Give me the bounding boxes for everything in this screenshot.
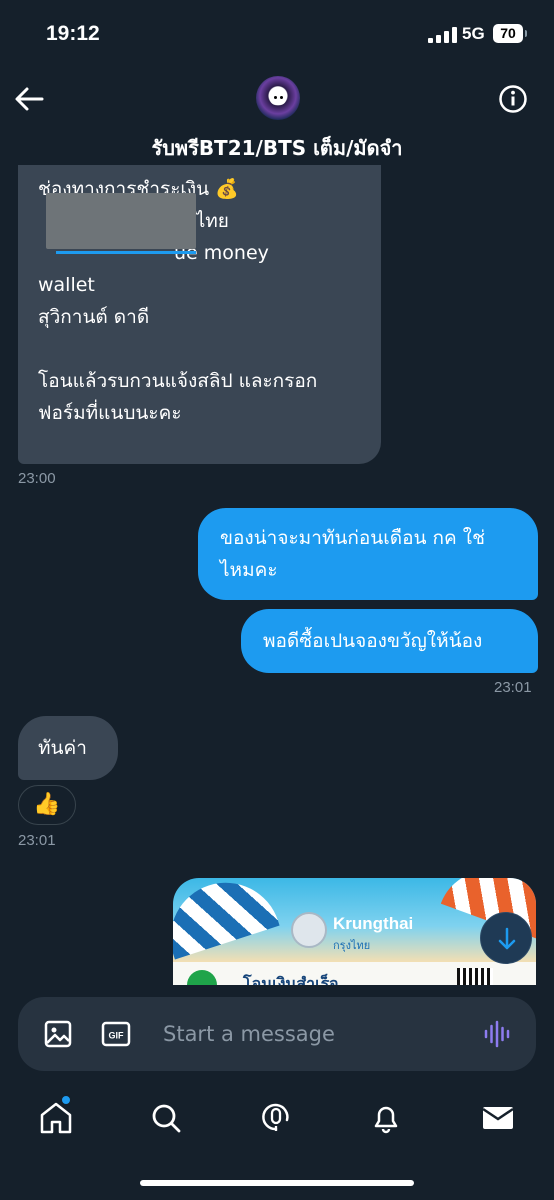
message-line: โอนแล้วรบกวนแจ้งสลิป และกรอก xyxy=(38,370,318,392)
tab-notifications[interactable] xyxy=(366,1098,406,1138)
message-bubble-incoming[interactable]: ช่องทางการชำระเงิน 💰 กรไทย ue money wall… xyxy=(18,165,381,464)
tab-messages[interactable] xyxy=(478,1098,518,1138)
svg-text:GIF: GIF xyxy=(109,1031,125,1041)
battery-icon: 70 xyxy=(493,24,527,43)
avatar[interactable] xyxy=(256,76,300,120)
conversation-header: รับพรีBT21/BTS เต็ม/มัดจำ xyxy=(0,70,554,165)
arrow-down-icon xyxy=(498,927,516,950)
message-text: ทันค่า xyxy=(38,737,87,759)
back-button[interactable] xyxy=(12,84,46,114)
image-icon xyxy=(44,1020,72,1048)
bank-name-thai: กรุงไทย xyxy=(333,939,371,952)
bell-icon xyxy=(374,1106,398,1134)
message-line xyxy=(38,333,361,365)
message-timestamp: 23:01 xyxy=(494,679,532,696)
message-text: พอดีซื้อเปนจองขวัญให้น้อง xyxy=(263,630,483,652)
message-composer: GIF xyxy=(18,997,536,1071)
info-button[interactable] xyxy=(498,84,528,114)
reaction-badge[interactable]: 👍 xyxy=(18,785,76,825)
network-type: 5G xyxy=(462,24,485,43)
message-line: ฟอร์มที่แนบนะคะ xyxy=(38,402,182,424)
search-icon xyxy=(152,1104,181,1133)
message-bubble-outgoing[interactable]: ของน่าจะมาทันก่อนเดือน กค ใช่ ไหมคะ xyxy=(198,508,538,600)
notification-dot xyxy=(60,1094,72,1106)
signal-icon xyxy=(428,27,458,43)
bank-logo xyxy=(291,912,327,948)
message-bubble-outgoing[interactable]: พอดีซื้อเปนจองขวัญให้น้อง xyxy=(241,609,538,673)
message-input[interactable] xyxy=(163,1019,473,1049)
redaction-underline xyxy=(56,251,196,254)
spaces-icon xyxy=(262,1103,289,1131)
tab-spaces[interactable] xyxy=(256,1098,296,1138)
message-timestamp: 23:00 xyxy=(18,470,56,487)
status-time: 19:12 xyxy=(46,22,100,45)
image-button[interactable] xyxy=(43,1019,73,1049)
mail-icon xyxy=(482,1107,514,1129)
status-bar: 19:12 5G 70 xyxy=(0,0,554,70)
message-line: สุวิกานต์ ดาดี xyxy=(38,306,150,328)
voice-wave-icon xyxy=(484,1020,510,1048)
gif-button[interactable]: GIF xyxy=(101,1019,131,1049)
message-line: ของน่าจะมาทันก่อนเดือน กค ใช่ xyxy=(220,527,485,549)
message-line: ไหมคะ xyxy=(220,559,278,581)
voice-message-button[interactable] xyxy=(482,1019,512,1049)
message-bubble-incoming[interactable]: ทันค่า xyxy=(18,716,118,780)
gif-icon: GIF xyxy=(101,1021,131,1047)
arrow-left-icon xyxy=(15,87,44,111)
tab-search[interactable] xyxy=(146,1098,186,1138)
message-line: wallet xyxy=(38,274,95,296)
qr-code-icon xyxy=(457,968,493,985)
home-indicator[interactable] xyxy=(140,1180,414,1186)
umbrella-graphic xyxy=(173,878,280,960)
scroll-down-button[interactable] xyxy=(480,912,532,964)
message-list[interactable]: ช่องทางการชำระเงิน 💰 กรไทย ue money wall… xyxy=(0,165,554,985)
info-icon xyxy=(499,85,527,113)
conversation-title[interactable]: รับพรีBT21/BTS เต็ม/มัดจำ xyxy=(0,132,554,164)
transfer-status: โอนเงินสำเร็จ xyxy=(243,974,339,985)
bank-name: Krungthai xyxy=(333,914,414,933)
redaction-box xyxy=(46,193,196,249)
message-timestamp: 23:01 xyxy=(18,832,56,849)
